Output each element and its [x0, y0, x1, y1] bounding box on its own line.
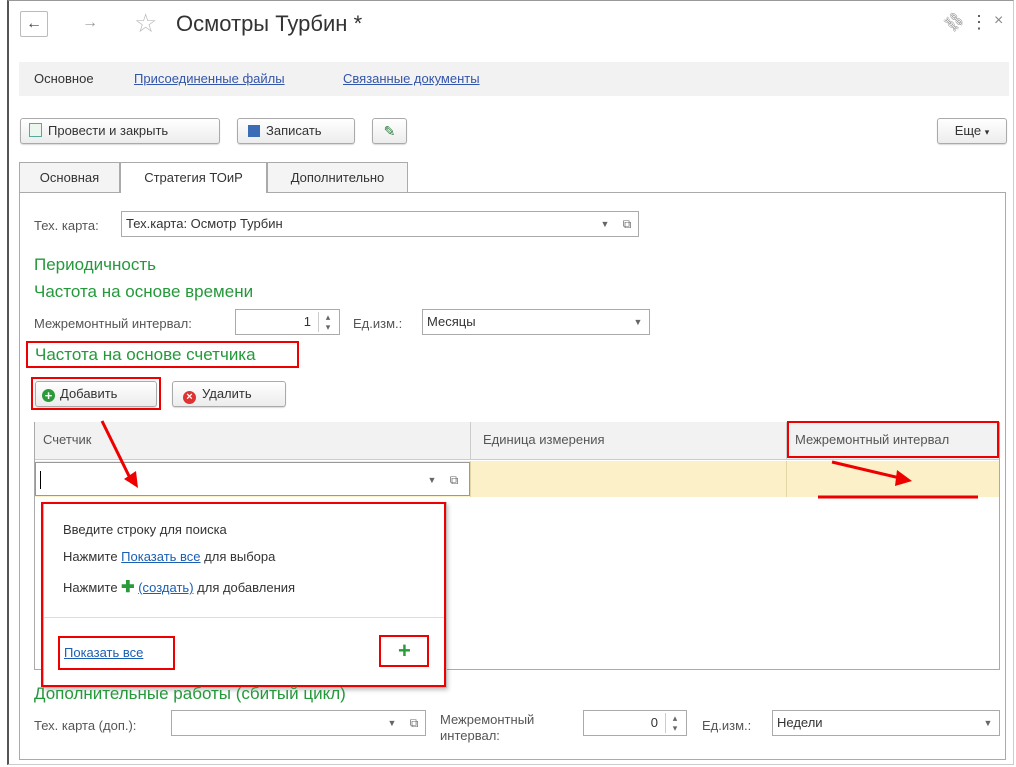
stepper-icon[interactable]: ▴ ▾: [665, 713, 684, 733]
extra-works-heading: Дополнительные работы (сбитый цикл): [34, 684, 346, 703]
arrow-head-interval: [895, 470, 912, 486]
extra-interval-label-line2: интервал:: [440, 728, 500, 743]
arrow-head-to-popup: [124, 471, 138, 488]
extra-interval-value: 0: [650, 715, 658, 730]
extra-interval-label-line1: Межремонтный: [440, 712, 535, 727]
arrow-line-to-popup: [100, 420, 132, 479]
extra-card-field[interactable]: ▼ ⧉: [171, 710, 426, 736]
chevron-down-icon[interactable]: ▼: [979, 712, 997, 734]
extra-unit-label: Ед.изм.:: [702, 718, 752, 733]
extra-unit-value: Недели: [777, 715, 823, 730]
arrow-line-interval: [831, 460, 901, 480]
extra-unit-select[interactable]: Недели ▼: [772, 710, 1000, 736]
extra-interval-label: Межремонтный интервал:: [440, 712, 534, 744]
extra-card-label: Тех. карта (доп.):: [34, 718, 137, 733]
annotation-arrows: [100, 420, 978, 499]
extra-interval-input[interactable]: 0 ▴ ▾: [583, 710, 687, 736]
open-form-icon[interactable]: ⧉: [405, 712, 423, 734]
chevron-down-icon[interactable]: ▼: [383, 712, 401, 734]
